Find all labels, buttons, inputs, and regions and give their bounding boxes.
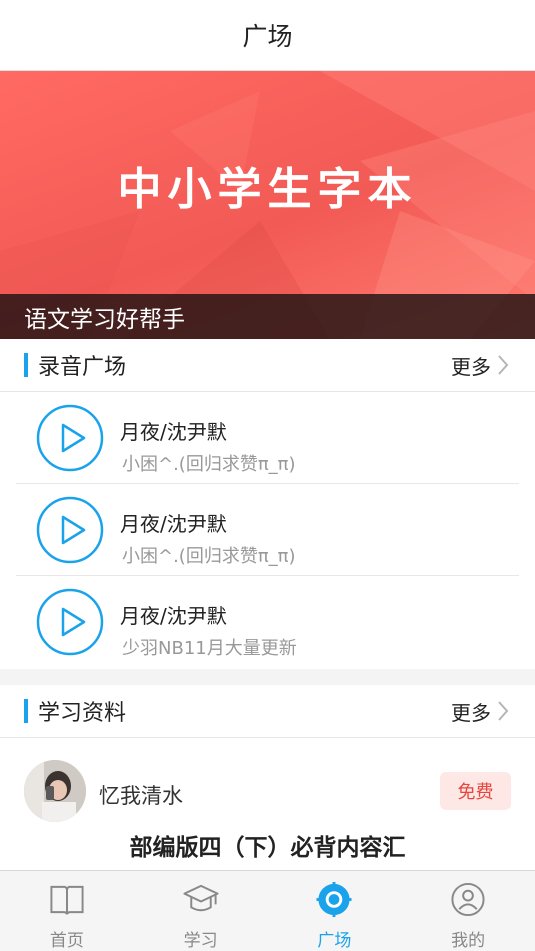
- material-item[interactable]: 忆我清水 免费 部编版四（下）必背内容汇: [0, 738, 535, 869]
- recording-more-label: 更多: [451, 354, 491, 379]
- recording-more-button[interactable]: 更多: [451, 351, 509, 380]
- book-icon: [50, 885, 84, 915]
- tab-mine[interactable]: 我的: [401, 871, 535, 951]
- plaza-icon: [316, 881, 352, 918]
- materials-section: 学习资料 更多 忆我清水 免费 部编版四（下）必背内容汇: [0, 685, 535, 870]
- banner-caption: 语文学习好帮手: [0, 294, 535, 339]
- materials-section-title: 学习资料: [38, 701, 127, 726]
- banner-title: 中小学生字本: [117, 164, 418, 215]
- banner[interactable]: 中小学生字本 语文学习好帮手: [0, 71, 535, 339]
- bottom-tab-bar: 首页 学习 广场 我的: [0, 870, 535, 951]
- play-icon[interactable]: [36, 588, 104, 656]
- recording-title: 月夜/沈尹默: [120, 420, 227, 444]
- materials-section-title-wrap: 学习资料: [24, 695, 126, 727]
- play-icon[interactable]: [36, 404, 104, 472]
- page-title: 广场: [242, 22, 293, 51]
- tab-label: 广场: [317, 931, 352, 951]
- materials-more-button[interactable]: 更多: [451, 697, 509, 726]
- graduation-cap-icon: [183, 884, 219, 912]
- material-author: 忆我清水: [99, 784, 183, 808]
- recording-section-title: 录音广场: [38, 355, 127, 380]
- recording-author: 少羽NB11月大量更新: [122, 638, 297, 659]
- recording-section: 录音广场 更多 月夜/沈尹默 小困^.(回归求赞π_π) 月夜/沈尹默 小困^.…: [0, 339, 535, 669]
- tab-study[interactable]: 学习: [134, 871, 268, 951]
- section-accent-bar: [24, 353, 28, 377]
- play-icon[interactable]: [36, 496, 104, 564]
- recording-author: 小困^.(回归求赞π_π): [122, 454, 296, 475]
- recording-section-title-wrap: 录音广场: [24, 349, 126, 381]
- materials-section-header: 学习资料 更多: [0, 685, 535, 738]
- tab-home[interactable]: 首页: [0, 871, 134, 951]
- tab-label: 学习: [183, 931, 218, 951]
- avatar-photo: [24, 760, 86, 822]
- recording-item[interactable]: 月夜/沈尹默 少羽NB11月大量更新: [16, 576, 519, 668]
- materials-more-label: 更多: [451, 700, 491, 725]
- recording-author: 小困^.(回归求赞π_π): [122, 546, 296, 567]
- material-title: 部编版四（下）必背内容汇: [129, 835, 406, 861]
- recording-title: 月夜/沈尹默: [120, 604, 227, 628]
- banner-caption-text: 语文学习好帮手: [24, 306, 185, 333]
- recording-item[interactable]: 月夜/沈尹默 小困^.(回归求赞π_π): [16, 484, 519, 576]
- avatar[interactable]: [24, 760, 86, 822]
- recording-item[interactable]: 月夜/沈尹默 小困^.(回归求赞π_π): [16, 392, 519, 484]
- user-icon: [451, 882, 485, 917]
- top-header: 广场: [0, 0, 535, 71]
- recording-section-header: 录音广场 更多: [0, 339, 535, 392]
- section-accent-bar: [24, 699, 28, 723]
- chevron-right-icon: [498, 355, 509, 375]
- recording-title: 月夜/沈尹默: [120, 512, 227, 536]
- tab-plaza[interactable]: 广场: [268, 871, 402, 951]
- chevron-right-icon: [498, 701, 509, 721]
- tab-label: 首页: [49, 931, 84, 951]
- tab-label: 我的: [451, 931, 486, 951]
- free-badge: 免费: [440, 772, 511, 810]
